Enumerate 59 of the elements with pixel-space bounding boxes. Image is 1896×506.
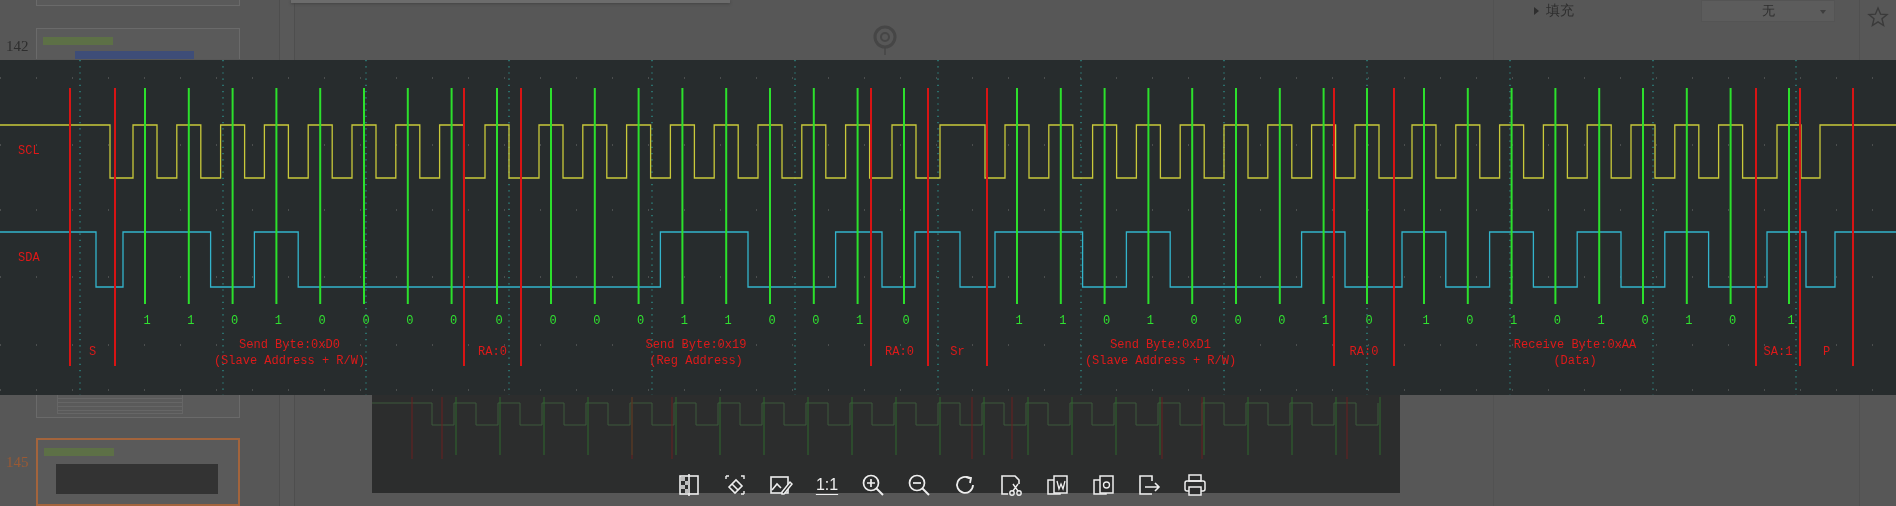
bit-value: 0 bbox=[812, 314, 820, 328]
segment-note: (Reg Address) bbox=[649, 354, 743, 368]
bit-value: 1 bbox=[1059, 314, 1067, 328]
bit-value: 0 bbox=[450, 314, 458, 328]
segment-label: Send Byte:0x19 bbox=[645, 338, 747, 352]
bit-value: 1 bbox=[187, 314, 195, 328]
bit-value: 1 bbox=[1422, 314, 1430, 328]
bit-value: 0 bbox=[231, 314, 239, 328]
slide-thumbnail[interactable] bbox=[36, 438, 240, 506]
bit-value: 1 bbox=[724, 314, 732, 328]
segment-label: Receive Byte:0xAA bbox=[1513, 338, 1637, 352]
segment-label: S bbox=[88, 345, 97, 359]
signal-label: SDA bbox=[18, 251, 40, 265]
bit-value: 0 bbox=[362, 314, 370, 328]
bit-value: 0 bbox=[1553, 314, 1561, 328]
bit-value: 1 bbox=[274, 314, 282, 328]
bit-value: 1 bbox=[680, 314, 688, 328]
bit-value: 1 bbox=[1787, 314, 1795, 328]
segment-note: (Slave Address + R/W) bbox=[1084, 354, 1237, 368]
slide-number: 145 bbox=[5, 454, 30, 471]
slide-thumbnail[interactable] bbox=[36, 393, 240, 418]
signal-label: SCL bbox=[18, 144, 40, 158]
segment-label: RA:0 bbox=[885, 345, 914, 359]
bit-value: 0 bbox=[593, 314, 601, 328]
star-icon[interactable] bbox=[1867, 6, 1889, 28]
bit-value: 1 bbox=[1510, 314, 1518, 328]
bit-value: 1 bbox=[1015, 314, 1023, 328]
bit-value: 0 bbox=[768, 314, 776, 328]
bit-value: 1 bbox=[1146, 314, 1154, 328]
segment-label: RA:0 bbox=[1349, 345, 1379, 359]
bit-value: 0 bbox=[495, 314, 503, 328]
bit-value: 0 bbox=[1278, 314, 1286, 328]
bit-value: 0 bbox=[1641, 314, 1649, 328]
bit-value: 1 bbox=[1685, 314, 1693, 328]
bit-value: 0 bbox=[1365, 314, 1373, 328]
bit-value: 1 bbox=[856, 314, 864, 328]
segment-label: Sr bbox=[950, 345, 965, 359]
bit-value: 1 bbox=[1597, 314, 1605, 328]
bit-value: 0 bbox=[1729, 314, 1737, 328]
bit-value: 0 bbox=[1466, 314, 1474, 328]
segment-label: Send Byte:0xD1 bbox=[1110, 338, 1211, 352]
segment-label: SA:1 bbox=[1763, 345, 1793, 359]
bit-value: 0 bbox=[549, 314, 557, 328]
bit-value: 0 bbox=[637, 314, 645, 328]
segment-label: P bbox=[1822, 345, 1831, 359]
bit-value: 0 bbox=[406, 314, 414, 328]
bit-value: 0 bbox=[1103, 314, 1111, 328]
bit-value: 0 bbox=[318, 314, 326, 328]
bit-value: 1 bbox=[143, 314, 151, 328]
slide-thumbnail[interactable] bbox=[36, 27, 240, 59]
bit-value: 0 bbox=[1234, 314, 1242, 328]
actual-size-button[interactable]: 1:1 bbox=[810, 471, 844, 499]
segment-note: (Data) bbox=[1553, 354, 1597, 368]
bit-value: 0 bbox=[902, 314, 910, 328]
bit-value: 0 bbox=[1190, 314, 1198, 328]
segment-label: Send Byte:0xD0 bbox=[239, 338, 340, 352]
segment-label: RA:0 bbox=[478, 345, 507, 359]
segment-note: (Slave Address + R/W) bbox=[213, 354, 366, 368]
bit-value: 1 bbox=[1322, 314, 1330, 328]
